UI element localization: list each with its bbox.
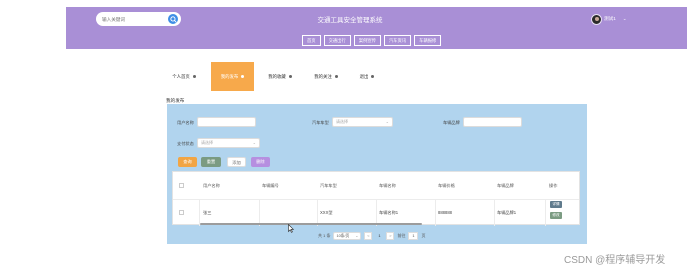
page-suffix: 页 xyxy=(421,232,426,238)
chevron-down-icon: ⌄ xyxy=(385,119,389,124)
tab-my-posts[interactable]: 我的发布 xyxy=(211,62,254,91)
reset-button[interactable]: 重置 xyxy=(201,157,221,167)
tab-favorites[interactable]: 我的收藏 xyxy=(260,62,300,91)
tab-logout[interactable]: 退出 xyxy=(352,62,382,91)
dot-icon xyxy=(241,75,245,78)
column-divider xyxy=(199,199,200,226)
current-page[interactable]: 1 xyxy=(375,232,383,240)
main-nav: 首页 交通出行 案例宣传 汽车资讯 车辆报修 xyxy=(302,35,442,46)
column-divider xyxy=(376,199,377,226)
add-button[interactable]: 添加 xyxy=(227,157,246,167)
page-size-select[interactable]: 10条/页 ⌄ xyxy=(333,231,362,240)
column-header: 车辆编号 xyxy=(262,183,279,188)
column-divider xyxy=(259,199,260,226)
column-header: 车辆品牌 xyxy=(497,183,514,188)
detail-button[interactable]: 详情 xyxy=(550,201,562,208)
pay-status-label: 支付状态 xyxy=(177,141,194,146)
next-page-button[interactable]: > xyxy=(386,231,395,240)
column-divider xyxy=(494,199,495,226)
prev-page-button[interactable]: < xyxy=(364,231,373,240)
user-name: 测试1 xyxy=(604,16,616,21)
nav-item-cases[interactable]: 案例宣传 xyxy=(353,35,381,46)
profile-tabs: 个人首页 我的发布 我的收藏 我的关注 退出 xyxy=(164,62,404,91)
search-button[interactable] xyxy=(167,13,179,25)
tab-label: 个人首页 xyxy=(172,73,190,79)
user-name-field[interactable] xyxy=(197,117,256,127)
user-menu[interactable]: 测试1 ⌄ xyxy=(591,13,627,25)
car-type-placeholder: 请选择 xyxy=(336,119,348,124)
dot-icon xyxy=(288,75,292,78)
tab-profile[interactable]: 个人首页 xyxy=(164,62,204,91)
dot-icon xyxy=(192,75,196,78)
select-all-checkbox[interactable] xyxy=(179,183,184,188)
search-button[interactable]: 查询 xyxy=(178,157,197,167)
row-checkbox[interactable] xyxy=(179,210,184,215)
chevron-down-icon: ⌄ xyxy=(622,16,627,21)
total-count: 共 1 条 xyxy=(318,232,331,238)
page-size-value: 10条/页 xyxy=(336,233,350,238)
tab-label: 我的收藏 xyxy=(268,73,286,79)
nav-item-repair[interactable]: 车辆报修 xyxy=(414,35,442,46)
cell-car-name: 车辆名称1 xyxy=(379,210,399,215)
cell-price: 888888 xyxy=(438,210,452,215)
nav-item-news[interactable]: 汽车资讯 xyxy=(383,35,412,46)
pay-status-placeholder: 请选择 xyxy=(201,140,213,145)
nav-item-home[interactable]: 首页 xyxy=(302,35,321,46)
dot-icon xyxy=(334,75,338,78)
avatar xyxy=(591,13,602,25)
column-header: 操作 xyxy=(549,183,558,188)
search-icon xyxy=(170,16,177,23)
user-name-label: 用户名称 xyxy=(177,120,194,125)
nav-item-travel[interactable]: 交通出行 xyxy=(323,35,351,46)
search-input[interactable] xyxy=(102,14,166,24)
chevron-down-icon: ⌄ xyxy=(355,233,359,238)
mouse-cursor-icon xyxy=(288,224,294,233)
car-type-label: 汽车车型 xyxy=(312,120,329,125)
chevron-down-icon: ⌄ xyxy=(252,140,256,145)
car-brand-field[interactable] xyxy=(463,117,522,127)
data-table: 用户名称 车辆编号 汽车车型 车辆名称 车辆价格 车辆品牌 操作 张三 XXX型… xyxy=(172,171,580,226)
dot-icon xyxy=(371,75,375,78)
watermark: CSDN @程序辅导开发 xyxy=(564,255,666,266)
goto-page-input[interactable]: 1 xyxy=(408,231,419,240)
column-header: 汽车车型 xyxy=(320,183,337,188)
tab-label: 我的关注 xyxy=(314,73,332,79)
delete-button[interactable]: 删除 xyxy=(251,157,270,167)
column-divider xyxy=(435,199,436,226)
app-title: 交通工具安全管理系统 xyxy=(317,17,383,24)
tab-following[interactable]: 我的关注 xyxy=(306,62,346,91)
goto-label: 前往 xyxy=(397,232,406,238)
car-type-select[interactable]: 请选择 ⌄ xyxy=(332,117,393,127)
column-header: 车辆名称 xyxy=(379,183,396,188)
pay-status-select[interactable]: 请选择 ⌄ xyxy=(197,138,260,148)
tab-label: 我的发布 xyxy=(220,73,239,79)
tab-label: 退出 xyxy=(359,73,369,79)
column-divider xyxy=(545,199,546,226)
cell-brand: 车辆品牌1 xyxy=(497,210,517,215)
search-box xyxy=(96,12,181,26)
column-divider xyxy=(317,199,318,226)
pagination: 共 1 条 10条/页 ⌄ < 1 > 前往 1 页 xyxy=(318,231,425,240)
car-brand-label: 车辆品牌 xyxy=(443,120,460,125)
horizontal-scrollbar[interactable] xyxy=(200,223,422,225)
cell-user-name: 张三 xyxy=(203,210,212,215)
edit-button[interactable]: 修改 xyxy=(550,212,562,219)
cell-car-type: XXX型 xyxy=(320,210,333,215)
column-header: 车辆价格 xyxy=(438,183,455,188)
column-header: 用户名称 xyxy=(203,183,220,188)
